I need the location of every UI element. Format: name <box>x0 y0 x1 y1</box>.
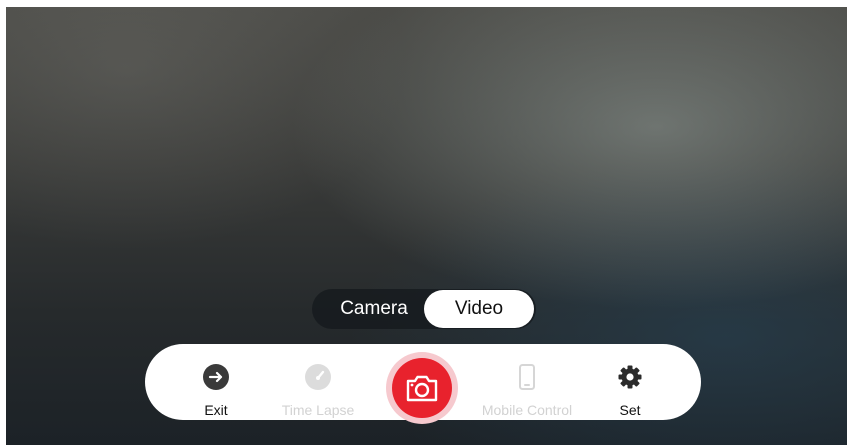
camera-icon <box>406 375 438 402</box>
mode-video-option[interactable]: Video <box>424 290 534 328</box>
mobile-control-button[interactable]: Mobile Control <box>472 344 582 420</box>
mode-camera-option[interactable]: Camera <box>320 289 428 329</box>
gear-icon <box>617 364 643 390</box>
shutter-button[interactable] <box>386 352 458 424</box>
phone-icon <box>514 364 540 390</box>
arrow-right-circle-icon <box>203 364 229 390</box>
time-lapse-label: Time Lapse <box>281 402 355 418</box>
time-lapse-button[interactable]: Time Lapse <box>263 344 373 420</box>
set-button[interactable]: Set <box>575 344 685 420</box>
shutter-core <box>392 358 452 418</box>
exit-button[interactable]: Exit <box>161 344 271 420</box>
gauge-icon <box>305 364 331 390</box>
bottom-control-bar: Exit Time Lapse Mobile Control Set <box>145 344 701 424</box>
exit-label: Exit <box>204 402 228 418</box>
mode-toggle: Camera Video <box>312 289 536 329</box>
mobile-control-label: Mobile Control <box>481 402 573 418</box>
set-label: Set <box>619 402 641 418</box>
